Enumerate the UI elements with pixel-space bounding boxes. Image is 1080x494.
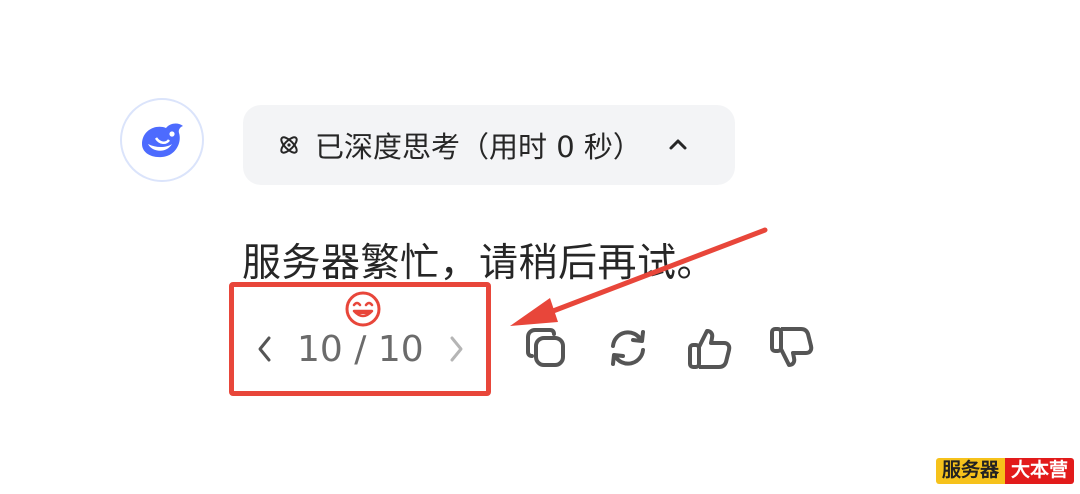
smiley-face-icon xyxy=(345,291,381,327)
message-actions xyxy=(522,322,816,374)
chevron-up-icon xyxy=(666,133,690,157)
like-button[interactable] xyxy=(686,322,734,374)
copy-icon xyxy=(526,328,565,367)
atom-icon xyxy=(280,136,298,154)
watermark-badge: 服务器 大本营 xyxy=(935,458,1074,484)
refresh-icon xyxy=(611,330,645,366)
assistant-message: 服务器繁忙，请稍后再试。 xyxy=(242,241,717,286)
watermark-left: 服务器 xyxy=(935,458,1005,484)
thumbs-down-icon xyxy=(770,327,814,367)
thinking-label: 已深度思考（用时 0 秒） xyxy=(315,130,642,164)
thumbs-up-icon xyxy=(688,329,732,369)
deepseek-logo-icon xyxy=(142,123,183,158)
assistant-avatar xyxy=(120,98,204,182)
thinking-toggle[interactable]: 已深度思考（用时 0 秒） xyxy=(243,105,735,185)
dislike-button[interactable] xyxy=(768,322,816,374)
copy-button[interactable] xyxy=(522,322,570,374)
regenerate-button[interactable] xyxy=(604,322,652,374)
watermark-right: 大本营 xyxy=(1004,458,1074,484)
